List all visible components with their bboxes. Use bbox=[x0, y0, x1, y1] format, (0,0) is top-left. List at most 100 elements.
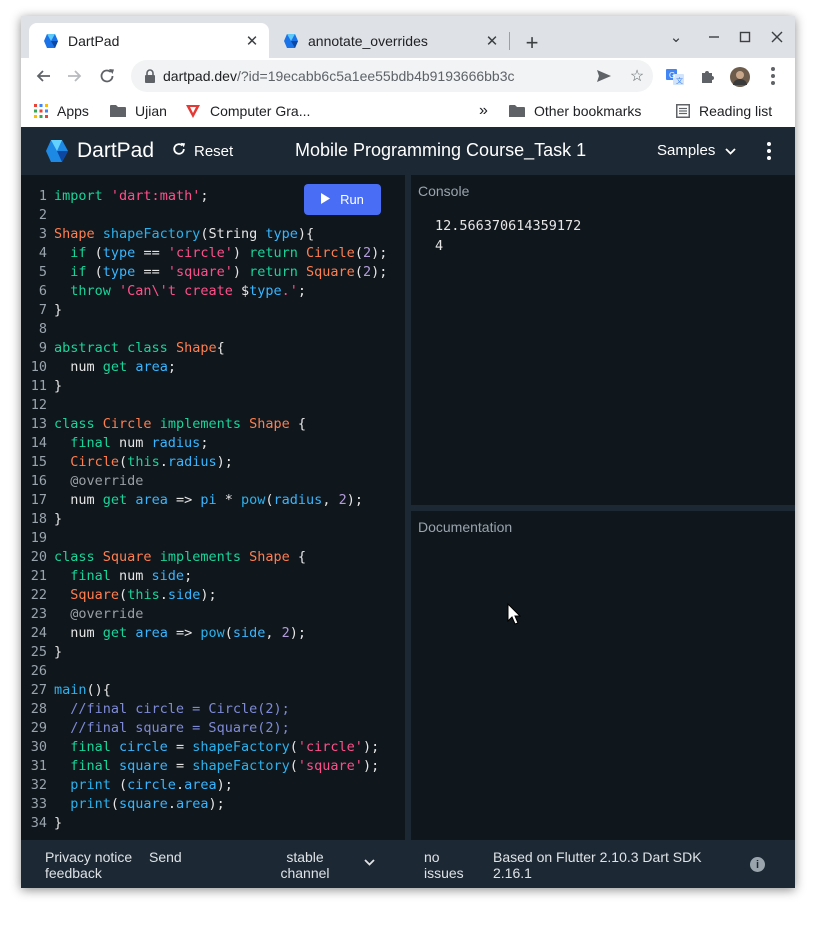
code-token: 'square' bbox=[167, 264, 233, 280]
dartpad-brand[interactable]: DartPad bbox=[77, 139, 154, 163]
run-button[interactable]: Run bbox=[304, 184, 381, 215]
code-token: .' bbox=[281, 283, 298, 299]
line-text: final num side; bbox=[54, 567, 192, 586]
privacy-notice-link[interactable]: Privacy notice feedback bbox=[45, 849, 132, 881]
code-token: ( bbox=[354, 264, 363, 280]
chevron-down-icon[interactable] bbox=[364, 855, 375, 869]
code-token: @override bbox=[70, 606, 144, 622]
code-token: { bbox=[289, 549, 307, 565]
bookmarks-overflow[interactable]: » bbox=[479, 100, 488, 122]
code-token: Circle bbox=[102, 416, 152, 432]
browser-menu-icon[interactable] bbox=[765, 64, 781, 88]
reading-list[interactable]: Reading list bbox=[676, 100, 772, 122]
bookmark-computer-graphics[interactable]: Computer Gra... bbox=[185, 100, 310, 122]
code-token: num bbox=[54, 492, 103, 508]
line-text: class Square implements Shape { bbox=[54, 548, 306, 567]
reset-button[interactable]: Reset bbox=[172, 142, 233, 161]
translate-icon[interactable]: G 文 bbox=[665, 67, 685, 87]
chevron-down-icon bbox=[725, 144, 736, 158]
info-icon[interactable]: i bbox=[750, 857, 765, 872]
sdk-label: 2.16.1 bbox=[493, 865, 532, 881]
more-vert-icon[interactable] bbox=[761, 139, 777, 163]
back-icon[interactable] bbox=[29, 62, 57, 90]
code-line: 20 class Square implements Shape { bbox=[21, 548, 387, 567]
bookmark-label: Reading list bbox=[699, 103, 773, 119]
line-number: 24 bbox=[30, 625, 47, 641]
code-token: throw bbox=[70, 283, 111, 299]
minimize-icon[interactable] bbox=[701, 26, 727, 48]
new-tab-icon[interactable]: + bbox=[518, 29, 546, 57]
line-number: 22 bbox=[30, 587, 47, 603]
code-token: == bbox=[135, 264, 168, 280]
close-icon[interactable]: ✕ bbox=[481, 30, 503, 52]
dart-logo-icon[interactable] bbox=[45, 139, 69, 163]
sdk-version: Based on Flutter 2.10.3 Dart SDK 2.16.1 bbox=[493, 849, 702, 881]
code-token: 'circle' bbox=[297, 739, 363, 755]
browser-toolbar: dartpad.dev/?id=19ecabb6c5a1ee55bdb4b919… bbox=[21, 58, 795, 95]
window-close-icon[interactable] bbox=[764, 26, 790, 48]
code-token: return bbox=[249, 264, 298, 280]
tab-annotate-overrides[interactable]: annotate_overrides ✕ bbox=[269, 23, 509, 58]
lock-icon[interactable] bbox=[142, 68, 158, 84]
code-token: radius bbox=[167, 454, 217, 470]
line-text: } bbox=[54, 643, 62, 662]
tab-title: DartPad bbox=[68, 32, 120, 49]
line-text: if (type == 'square') return Square(2); bbox=[54, 263, 387, 282]
code-line: 19 bbox=[21, 529, 387, 548]
channel-selector[interactable]: stable channel bbox=[280, 849, 330, 881]
url-host: dartpad.dev bbox=[163, 68, 237, 84]
maximize-icon[interactable] bbox=[732, 26, 758, 48]
line-text: final circle = shapeFactory('circle'); bbox=[54, 738, 379, 757]
forward-icon[interactable] bbox=[61, 62, 89, 90]
code-token: ( bbox=[86, 245, 103, 261]
code-editor[interactable]: 1 import 'dart:math'; 2 3 Shape shapeFactory… bbox=[21, 175, 405, 840]
refresh-icon bbox=[172, 142, 186, 161]
code-token: ); bbox=[346, 492, 363, 508]
send-feedback-link[interactable]: Send bbox=[149, 849, 182, 865]
code-token: 2 bbox=[281, 625, 290, 641]
code-token: type bbox=[102, 264, 136, 280]
star-icon[interactable]: ☆ bbox=[627, 66, 647, 86]
code-token: . bbox=[159, 587, 168, 603]
bookmark-other[interactable]: Other bookmarks bbox=[509, 100, 641, 122]
close-icon[interactable]: ✕ bbox=[241, 30, 263, 52]
reload-icon[interactable] bbox=[93, 62, 121, 90]
code-token: ( bbox=[110, 777, 128, 793]
code-token: ( bbox=[354, 245, 363, 261]
code-token: type bbox=[102, 245, 136, 261]
code-line: 17 num get area => pi * pow(radius, 2); bbox=[21, 491, 387, 510]
issues-status[interactable]: no issues bbox=[424, 849, 464, 881]
code-token: = bbox=[167, 758, 193, 774]
issues-label: no bbox=[424, 849, 440, 865]
line-text: num get area; bbox=[54, 358, 176, 377]
svg-text:文: 文 bbox=[676, 76, 683, 85]
code-token: ; bbox=[297, 283, 307, 299]
samples-dropdown[interactable]: Samples bbox=[657, 142, 736, 159]
code-token: shapeFactory bbox=[192, 758, 290, 774]
code-line: 8 bbox=[21, 320, 387, 339]
code-line: 33 print(square.area); bbox=[21, 795, 387, 814]
code-line: 7} bbox=[21, 301, 387, 320]
line-number: 27 bbox=[30, 682, 47, 698]
profile-avatar[interactable] bbox=[730, 67, 750, 87]
code-token: abstract bbox=[54, 340, 120, 356]
bookmark-apps[interactable]: Apps bbox=[34, 100, 89, 122]
line-number: 30 bbox=[30, 739, 47, 755]
tab-dartpad[interactable]: DartPad ✕ bbox=[29, 23, 269, 58]
channel-label: stable bbox=[286, 849, 324, 865]
extensions-icon[interactable] bbox=[698, 67, 718, 87]
address-bar[interactable]: dartpad.dev/?id=19ecabb6c5a1ee55bdb4b919… bbox=[131, 60, 653, 92]
tab-search-icon[interactable]: ⌄ bbox=[663, 26, 689, 48]
bookmark-ujian[interactable]: Ujian bbox=[110, 100, 167, 122]
share-icon[interactable] bbox=[594, 66, 614, 86]
